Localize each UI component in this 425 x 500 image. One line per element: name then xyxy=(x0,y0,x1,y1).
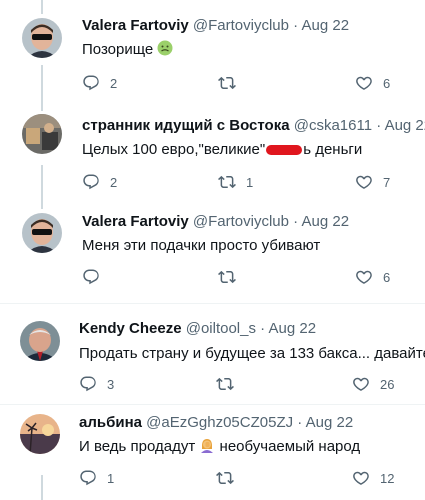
tweet-text-main: И ведь продадут xyxy=(79,438,196,455)
like-count: 6 xyxy=(383,269,391,285)
tweet[interactable]: альбина @aEzGghz05CZ05ZJ · Aug 22 И ведь… xyxy=(0,405,425,500)
author-handle[interactable]: @Fartoviyclub xyxy=(193,213,289,230)
author-handle[interactable]: @oiltool_s xyxy=(186,320,256,337)
retweet-icon xyxy=(216,377,234,391)
reply-count: 2 xyxy=(110,75,118,91)
reply-count: 1 xyxy=(107,470,115,486)
tweet-header: странник идущий с Востока @cska1611 · Au… xyxy=(82,116,425,136)
like-icon xyxy=(356,175,372,189)
separator: · xyxy=(297,414,303,431)
retweet-button[interactable] xyxy=(216,468,244,488)
retweet-button[interactable]: 1 xyxy=(218,172,253,192)
reply-count: 2 xyxy=(110,174,118,190)
avatar[interactable] xyxy=(22,114,62,154)
separator: · xyxy=(260,320,266,337)
author-handle[interactable]: @cska1611 xyxy=(294,117,372,134)
reply-button[interactable]: 3 xyxy=(79,374,114,394)
tweet-header: Valera Fartoviy @Fartoviyclub · Aug 22 xyxy=(82,212,349,232)
retweet-icon xyxy=(218,76,236,90)
tweet[interactable]: Valera Fartoviy @Fartoviyclub · Aug 22 П… xyxy=(0,0,425,100)
reply-icon xyxy=(80,376,96,392)
tweet-date[interactable]: Aug 22 xyxy=(385,117,425,134)
tweet-date[interactable]: Aug 22 xyxy=(302,213,350,230)
like-button[interactable]: 7 xyxy=(355,172,390,192)
reply-button[interactable] xyxy=(82,267,110,287)
tweet-text: Меня эти подачки просто убивают xyxy=(82,236,320,256)
author-name[interactable]: странник идущий с Востока xyxy=(82,117,290,134)
tweet[interactable]: Kendy Cheeze @oiltool_s · Aug 22 Продать… xyxy=(0,304,425,404)
tweet-text: Позорище xyxy=(82,40,173,60)
tweet-text-tail: ь деньги xyxy=(303,141,363,158)
tweet-header: Valera Fartoviy @Fartoviyclub · Aug 22 xyxy=(82,16,349,36)
tweet-text-main: Продать страну и будущее за 133 бакса...… xyxy=(79,345,425,362)
tweet-header: альбина @aEzGghz05CZ05ZJ · Aug 22 xyxy=(79,413,353,433)
tweet-date[interactable]: Aug 22 xyxy=(306,414,354,431)
nauseated-face-icon xyxy=(157,40,173,56)
author-name[interactable]: Valera Fartoviy xyxy=(82,213,189,230)
woman-facepalming-icon xyxy=(201,439,214,453)
reply-button[interactable]: 2 xyxy=(82,172,117,192)
like-icon xyxy=(356,270,372,284)
like-count: 7 xyxy=(383,174,391,190)
tweet-text-main: Целых 100 евро,"великие" xyxy=(82,141,266,158)
like-count: 6 xyxy=(383,75,391,91)
retweet-button[interactable] xyxy=(218,267,246,287)
author-handle[interactable]: @aEzGghz05CZ05ZJ xyxy=(146,414,293,431)
like-count: 12 xyxy=(380,470,395,486)
author-name[interactable]: Valera Fartoviy xyxy=(82,17,189,34)
tweet-text-tail: необучаемый народ xyxy=(219,438,361,455)
tweet-text: И ведь продадут необучаемый народ xyxy=(79,437,360,457)
tweet[interactable]: Valera Fartoviy @Fartoviyclub · Aug 22 М… xyxy=(0,204,425,303)
author-handle[interactable]: @Fartoviyclub xyxy=(193,17,289,34)
author-name[interactable]: альбина xyxy=(79,414,142,431)
avatar[interactable] xyxy=(22,213,62,253)
separator: · xyxy=(293,213,299,230)
separator: · xyxy=(376,117,382,134)
like-button[interactable]: 12 xyxy=(352,468,394,488)
like-icon xyxy=(356,76,372,90)
tweet-date[interactable]: Aug 22 xyxy=(302,17,350,34)
redaction-mark xyxy=(266,145,303,156)
separator: · xyxy=(293,17,299,34)
tweet[interactable]: странник идущий с Востока @cska1611 · Au… xyxy=(0,100,425,204)
retweet-count: 1 xyxy=(246,174,254,190)
like-button[interactable]: 26 xyxy=(352,374,394,394)
like-button[interactable]: 6 xyxy=(355,73,390,93)
retweet-icon xyxy=(218,175,236,189)
tweet-text-main: Позорище xyxy=(82,41,154,58)
avatar[interactable] xyxy=(22,18,62,58)
avatar[interactable] xyxy=(20,321,60,361)
tweet-date[interactable]: Aug 22 xyxy=(269,320,317,337)
like-icon xyxy=(353,471,369,485)
tweet-header: Kendy Cheeze @oiltool_s · Aug 22 xyxy=(79,319,316,339)
tweet-text: Целых 100 евро,"великие" ь деньги xyxy=(82,140,362,160)
reply-count: 3 xyxy=(107,376,115,392)
reply-button[interactable]: 1 xyxy=(79,468,114,488)
reply-button[interactable]: 2 xyxy=(82,73,117,93)
reply-icon xyxy=(83,269,99,285)
like-button[interactable]: 6 xyxy=(355,267,390,287)
avatar[interactable] xyxy=(20,414,60,454)
retweet-icon xyxy=(216,471,234,485)
like-icon xyxy=(353,377,369,391)
reply-icon xyxy=(83,75,99,91)
author-name[interactable]: Kendy Cheeze xyxy=(79,320,182,337)
like-count: 26 xyxy=(380,376,395,392)
reply-icon xyxy=(80,470,96,486)
tweet-text: Продать страну и будущее за 133 бакса...… xyxy=(79,344,425,364)
retweet-button[interactable] xyxy=(218,73,246,93)
retweet-icon xyxy=(218,270,236,284)
tweet-text-main: Меня эти подачки просто убивают xyxy=(82,237,321,254)
retweet-button[interactable] xyxy=(216,374,244,394)
reply-icon xyxy=(83,174,99,190)
